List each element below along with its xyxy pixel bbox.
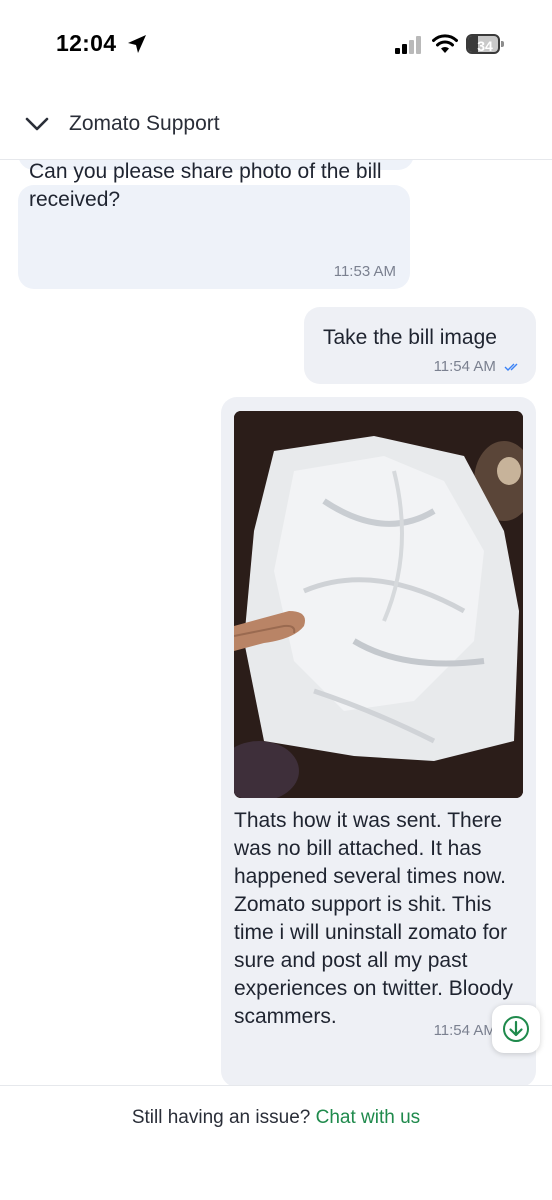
chat-with-us-link[interactable]: Chat with us	[316, 1107, 421, 1128]
message-text: Take the bill image	[323, 326, 497, 349]
message-time: 11:54 AM	[433, 358, 496, 375]
incoming-message: Can you please share photo of the bill r…	[18, 160, 410, 289]
attached-photo[interactable]	[234, 411, 523, 798]
outgoing-message: Take the bill image 11:54 AM	[304, 307, 536, 384]
arrow-down-circle-icon	[503, 1016, 529, 1042]
chat-footer: Still having an issue? Chat with us	[0, 1085, 552, 1200]
footer-prompt: Still having an issue?	[131, 1107, 311, 1128]
chat-thread[interactable]: Can you please share photo of the bill r…	[0, 160, 552, 1085]
message-time: 11:53 AM	[333, 263, 396, 280]
status-time: 12:04	[56, 30, 117, 56]
outgoing-photo-message: Thats how it was sent. There was no bill…	[221, 397, 536, 1085]
message-text: Can you please share photo of the bill r…	[29, 160, 382, 211]
double-check-icon	[504, 363, 518, 372]
battery-indicator: 34	[466, 34, 504, 54]
chevron-down-icon[interactable]	[24, 114, 50, 134]
status-bar: 12:04 34	[0, 0, 552, 92]
cellular-signal-icon	[395, 36, 421, 54]
location-arrow-icon	[128, 35, 146, 53]
message-text: Thats how it was sent. There was no bill…	[234, 809, 513, 1028]
wifi-icon	[432, 34, 458, 53]
battery-level-text: 34	[477, 38, 493, 54]
chat-header: Zomato Support	[0, 92, 552, 160]
message-time: 11:54 AM	[433, 1022, 496, 1039]
photo-plastic-bag	[234, 411, 523, 798]
scroll-to-bottom-button[interactable]	[492, 1005, 540, 1053]
header-title: Zomato Support	[69, 112, 220, 135]
footer-help-line: Still having an issue? Chat with us	[0, 1107, 552, 1129]
message-meta: 11:54 AM	[434, 358, 522, 375]
